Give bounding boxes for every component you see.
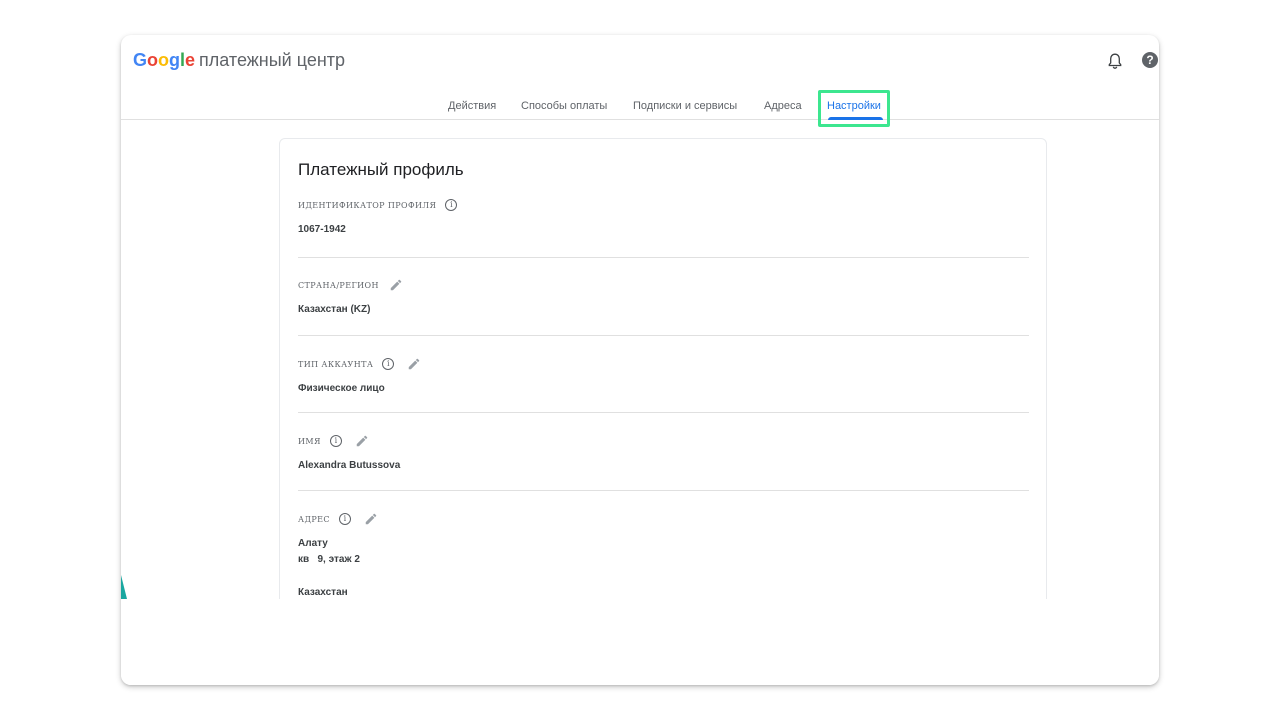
app-logo[interactable]: Google платежный центр [133, 50, 345, 71]
account-type-field: ТИП АККАУНТА i Физическое лицо [298, 357, 1029, 397]
viewport-bottom-area [121, 599, 1159, 685]
page-title: Платежный профиль [298, 160, 464, 179]
divider [298, 412, 1029, 413]
app-window: Google платежный центр ? Действия Способ… [121, 35, 1159, 685]
info-icon[interactable]: i [329, 435, 342, 447]
google-logo: Google [133, 50, 196, 70]
divider [298, 490, 1029, 491]
name-field: ИМЯ i Alexandra Butussova [298, 434, 1029, 474]
field-label: АДРЕС [298, 514, 330, 524]
decorative-corner-mark [121, 575, 127, 599]
address-value: Алату кв 9, этаж 2 Казахстан [298, 536, 1029, 601]
info-icon[interactable]: i [382, 358, 395, 370]
address-field: АДРЕС i Алату кв 9, этаж 2 Казахстан [298, 512, 1029, 601]
info-icon[interactable]: i [338, 513, 351, 525]
tab-subscriptions[interactable]: Подписки и сервисы [633, 100, 737, 112]
help-icon[interactable]: ? [1142, 52, 1158, 68]
profile-id-value: 1067-1942 [298, 224, 346, 235]
bell-icon[interactable] [1107, 52, 1123, 70]
divider [298, 335, 1029, 336]
address-line: Алату [298, 538, 328, 549]
field-label: ИДЕНТИФИКАТОР ПРОФИЛЯ [298, 200, 437, 210]
tab-payment-methods[interactable]: Способы оплаты [521, 100, 607, 112]
country-field: СТРАНА/РЕГИОН Казахстан (KZ) [298, 278, 1029, 318]
address-line: кв 9, этаж 2 [298, 554, 360, 565]
tab-actions[interactable]: Действия [448, 100, 496, 112]
account-type-value: Физическое лицо [298, 383, 385, 394]
product-name: платежный центр [199, 50, 346, 70]
pencil-icon[interactable] [407, 357, 421, 371]
profile-id-field: ИДЕНТИФИКАТОР ПРОФИЛЯ i 1067-1942 [298, 198, 1029, 238]
field-label: ТИП АККАУНТА [298, 359, 374, 369]
pencil-icon[interactable] [364, 512, 378, 526]
name-value: Alexandra Butussova [298, 460, 401, 471]
tab-addresses[interactable]: Адреса [764, 100, 802, 112]
info-icon[interactable]: i [445, 199, 458, 211]
field-label: ИМЯ [298, 436, 321, 446]
pencil-icon[interactable] [389, 278, 403, 292]
pencil-icon[interactable] [355, 434, 369, 448]
tab-highlight-box [818, 90, 890, 127]
field-label: СТРАНА/РЕГИОН [298, 280, 379, 290]
divider [298, 257, 1029, 258]
country-value: Казахстан (KZ) [298, 304, 371, 315]
nav-tabs: Действия Способы оплаты Подписки и серви… [121, 91, 1159, 120]
